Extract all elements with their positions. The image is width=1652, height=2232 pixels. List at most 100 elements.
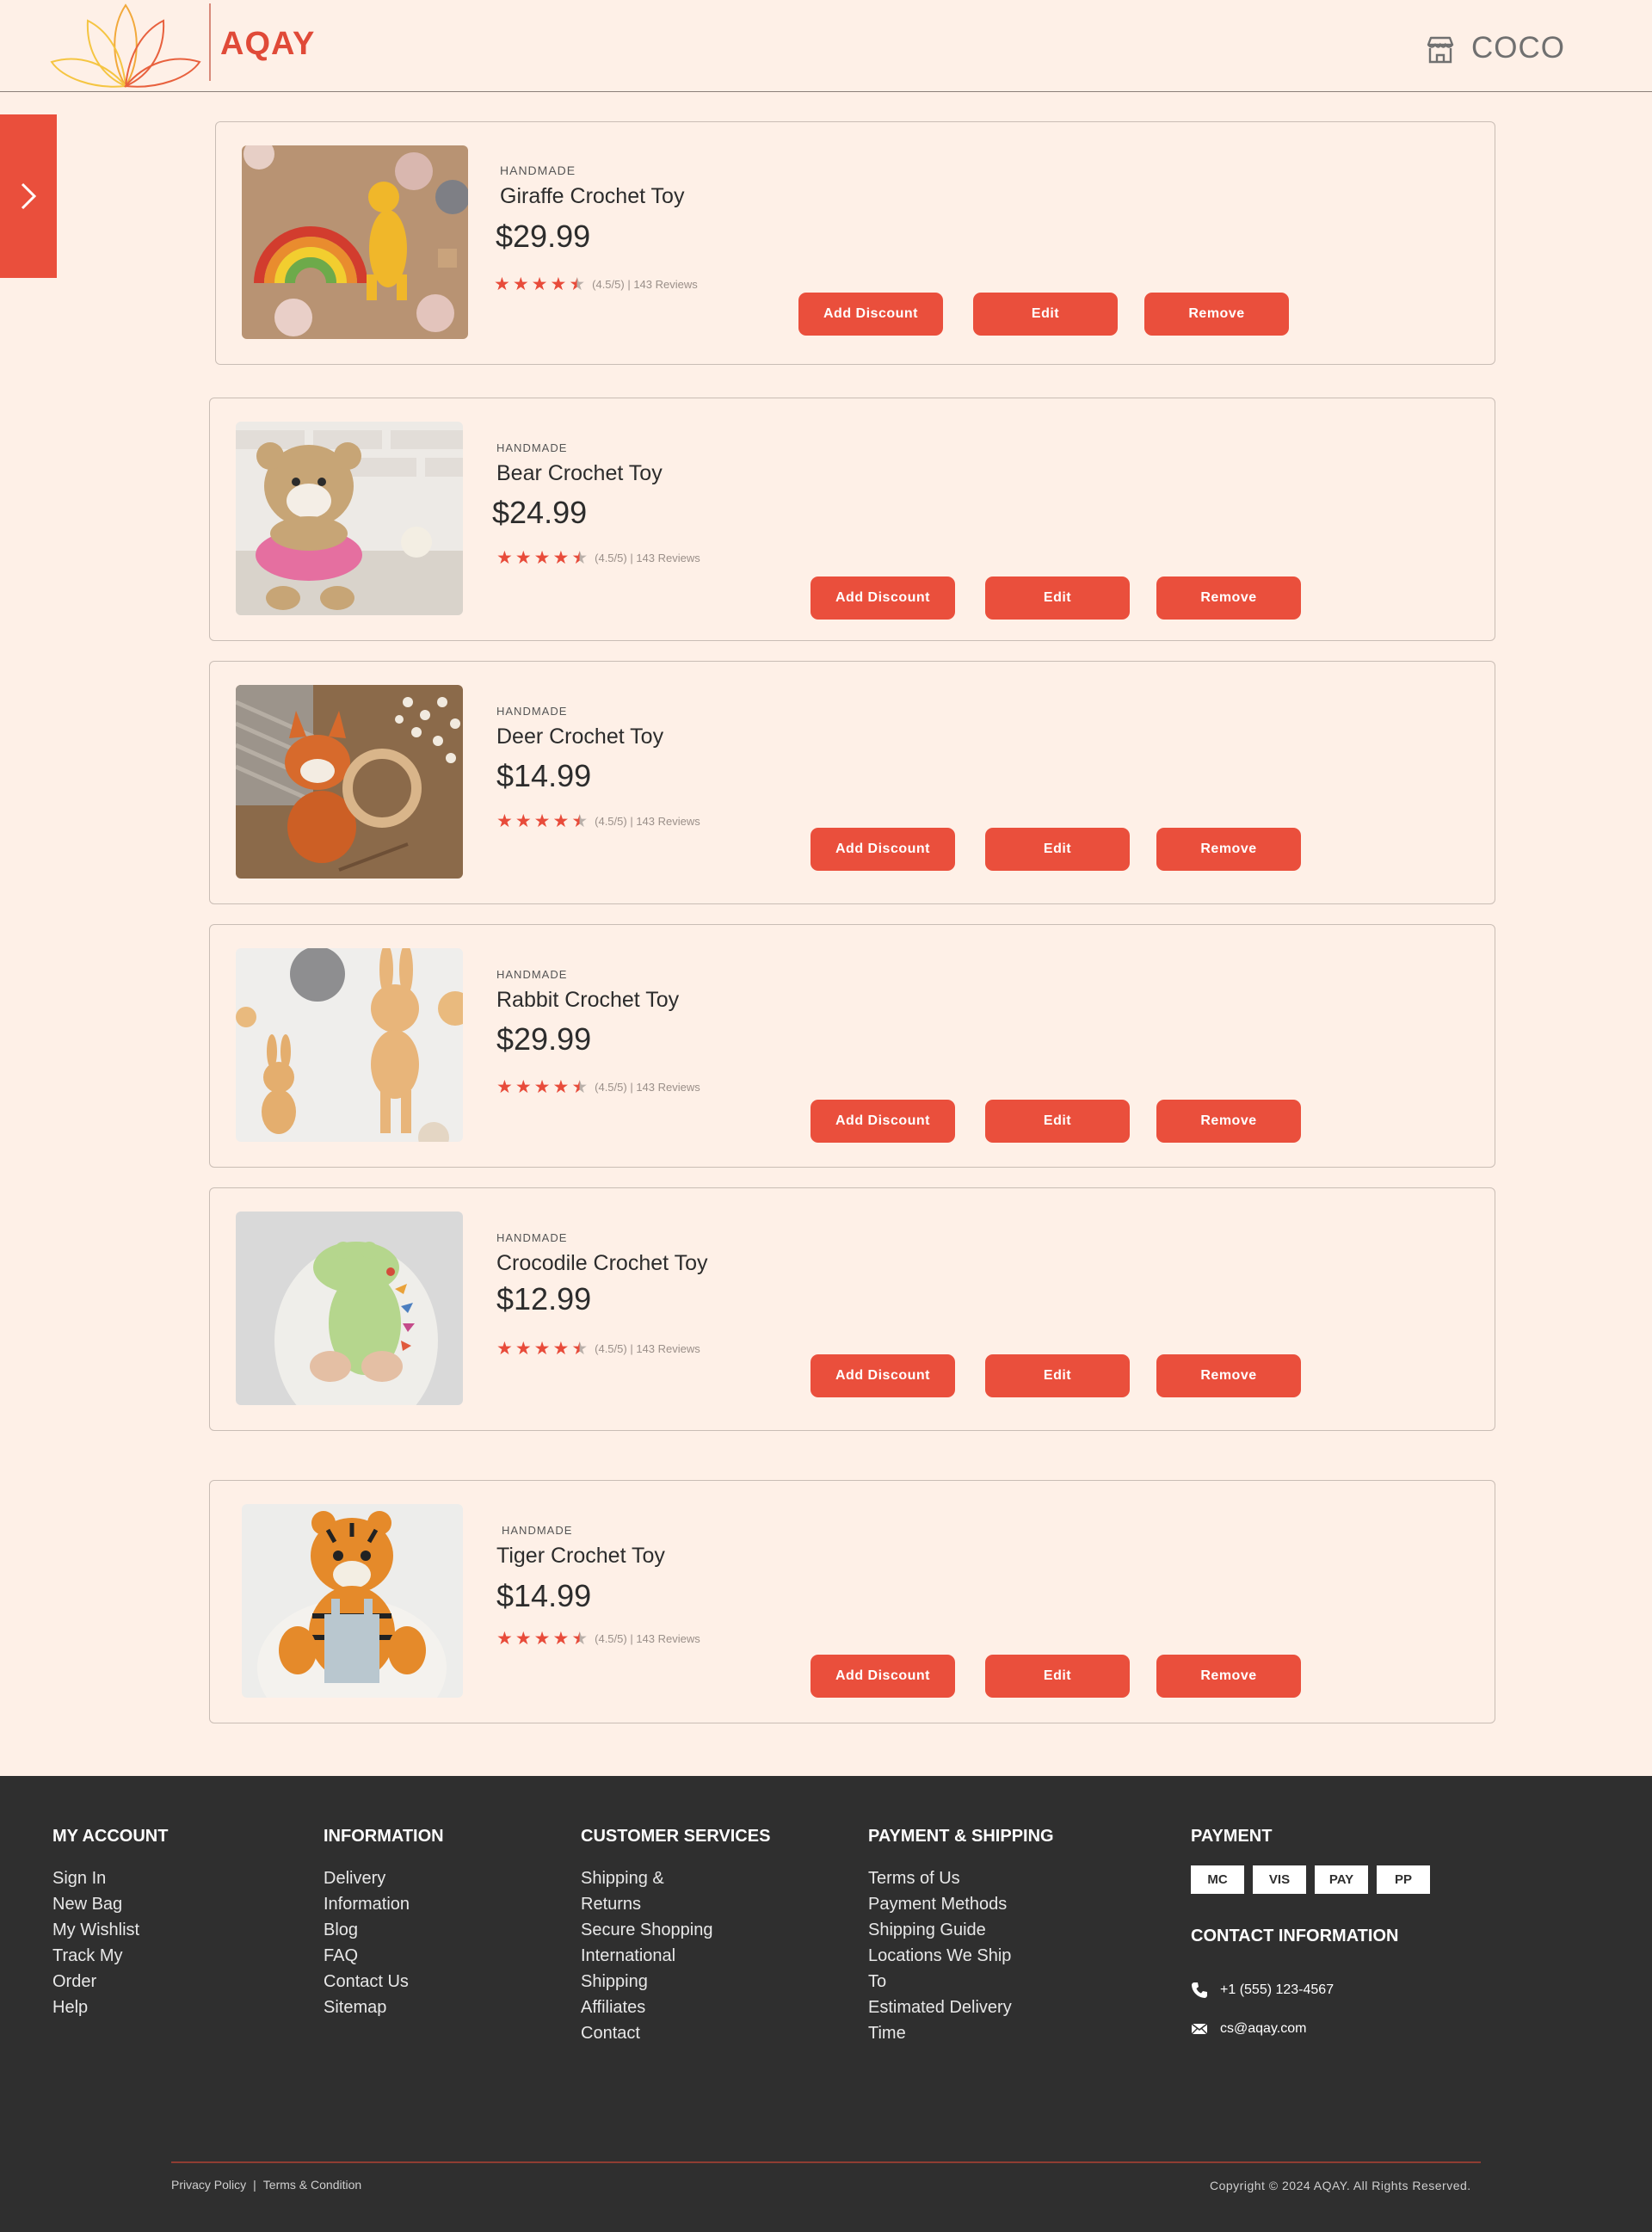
add-discount-button[interactable]: Add Discount	[811, 1100, 955, 1143]
add-discount-button[interactable]: Add Discount	[798, 293, 943, 336]
footer-link[interactable]: Returns	[581, 1891, 770, 1917]
contact-phone[interactable]: +1 (555) 123-4567	[1191, 1982, 1334, 1999]
star-rating-icon: ★ ★ ★ ★ ★	[496, 1339, 589, 1359]
product-tag: HANDMADE	[496, 441, 568, 454]
contact-phone-text: +1 (555) 123-4567	[1220, 1982, 1335, 1997]
footer-my-account: MY ACCOUNT Sign In New Bag My Wishlist T…	[52, 1827, 168, 2020]
product-image	[236, 1212, 463, 1405]
remove-button[interactable]: Remove	[1156, 576, 1301, 620]
footer-link[interactable]: Shipping Guide	[868, 1917, 1054, 1943]
footer-link[interactable]: Payment Methods	[868, 1891, 1054, 1917]
edit-button[interactable]: Edit	[985, 1655, 1130, 1698]
footer-link[interactable]: Contact	[581, 2020, 770, 2046]
product-title[interactable]: Giraffe Crochet Toy	[500, 184, 684, 209]
sidebar-toggle-button[interactable]	[0, 114, 57, 278]
footer-link[interactable]: Shipping	[581, 1969, 770, 1995]
lotus-logo-icon	[50, 3, 201, 88]
remove-button[interactable]: Remove	[1156, 1100, 1301, 1143]
footer-link[interactable]: Time	[868, 2020, 1054, 2046]
footer-link[interactable]: To	[868, 1969, 1054, 1995]
edit-button[interactable]: Edit	[973, 293, 1118, 336]
footer-link[interactable]: Affiliates	[581, 1995, 770, 2020]
footer-link[interactable]: Estimated Delivery	[868, 1995, 1054, 2020]
footer-heading: MY ACCOUNT	[52, 1827, 169, 1846]
footer-link[interactable]: Delivery	[324, 1865, 444, 1891]
footer-legal-links: Privacy Policy | Terms & Condition	[171, 2178, 361, 2192]
footer-link[interactable]: Contact Us	[324, 1969, 444, 1995]
edit-button[interactable]: Edit	[985, 1100, 1130, 1143]
contact-email[interactable]: cs@aqay.com	[1191, 2020, 1306, 2038]
terms-link[interactable]: Terms & Condition	[263, 2178, 361, 2192]
footer-link[interactable]: My Wishlist	[52, 1917, 168, 1943]
footer-link[interactable]: Secure Shopping	[581, 1917, 770, 1943]
product-price: $29.99	[496, 1021, 592, 1057]
footer-link[interactable]: FAQ	[324, 1943, 444, 1969]
rating-text: (4.5/5) | 143 Reviews	[595, 815, 700, 828]
product-image	[236, 422, 463, 615]
add-discount-button[interactable]: Add Discount	[811, 576, 955, 620]
product-title[interactable]: Bear Crochet Toy	[496, 461, 663, 486]
product-title[interactable]: Crocodile Crochet Toy	[496, 1251, 707, 1276]
star-rating-icon: ★ ★ ★ ★ ★	[496, 1077, 589, 1097]
footer-payment-shipping: PAYMENT & SHIPPING Terms of Us Payment M…	[868, 1827, 1054, 2046]
rating-text: (4.5/5) | 143 Reviews	[595, 1342, 700, 1355]
add-discount-button[interactable]: Add Discount	[811, 1655, 955, 1698]
phone-icon	[1192, 1982, 1207, 1998]
footer-link[interactable]: International	[581, 1943, 770, 1969]
payment-badges: MC VIS PAY PP	[1191, 1865, 1430, 1894]
product-rating: ★ ★ ★ ★ ★ (4.5/5) | 143 Reviews	[494, 275, 698, 293]
star-rating-icon: ★ ★ ★ ★ ★	[496, 548, 589, 568]
edit-button[interactable]: Edit	[985, 1354, 1130, 1397]
add-discount-button[interactable]: Add Discount	[811, 828, 955, 871]
product-rating: ★ ★ ★ ★ ★ (4.5/5) | 143 Reviews	[496, 1340, 700, 1358]
footer-heading: CUSTOMER SERVICES	[581, 1827, 771, 1846]
privacy-policy-link[interactable]: Privacy Policy	[171, 2178, 246, 2192]
payment-badge-mc: MC	[1191, 1865, 1244, 1894]
product-card: HANDMADE Giraffe Crochet Toy $29.99 ★ ★ ★ ★…	[215, 121, 1495, 365]
remove-button[interactable]: Remove	[1156, 1655, 1301, 1698]
footer-link[interactable]: Blog	[324, 1917, 444, 1943]
footer-link[interactable]: Information	[324, 1891, 444, 1917]
footer-link[interactable]: Sign In	[52, 1865, 168, 1891]
product-title[interactable]: Rabbit Crochet Toy	[496, 988, 679, 1013]
product-price: $12.99	[496, 1281, 592, 1316]
footer-link[interactable]: Order	[52, 1969, 168, 1995]
footer-heading: PAYMENT & SHIPPING	[868, 1827, 1054, 1846]
product-rating: ★ ★ ★ ★ ★ (4.5/5) | 143 Reviews	[496, 812, 700, 830]
product-card: HANDMADE Rabbit Crochet Toy $29.99 ★ ★ ★ ★ ★…	[209, 924, 1495, 1168]
store-icon[interactable]	[1425, 34, 1456, 65]
footer-information: INFORMATION Delivery Information Blog FA…	[324, 1827, 444, 2020]
footer-link[interactable]: Sitemap	[324, 1995, 444, 2020]
edit-button[interactable]: Edit	[985, 576, 1130, 620]
footer-link[interactable]: Track My	[52, 1943, 168, 1969]
remove-button[interactable]: Remove	[1156, 1354, 1301, 1397]
product-price: $14.99	[496, 758, 592, 793]
product-image	[236, 948, 463, 1142]
footer-link[interactable]: New Bag	[52, 1891, 168, 1917]
product-rating: ★ ★ ★ ★ ★ (4.5/5) | 143 Reviews	[496, 1630, 700, 1648]
remove-button[interactable]: Remove	[1156, 828, 1301, 871]
footer-heading: PAYMENT	[1191, 1827, 1273, 1846]
payment-badge-visa: VIS	[1253, 1865, 1306, 1894]
product-rating: ★ ★ ★ ★ ★ (4.5/5) | 143 Reviews	[496, 1078, 700, 1096]
product-rating: ★ ★ ★ ★ ★ (4.5/5) | 143 Reviews	[496, 549, 700, 567]
contact-email-text: cs@aqay.com	[1220, 2021, 1307, 2036]
footer-link[interactable]: Terms of Us	[868, 1865, 1054, 1891]
footer-link[interactable]: Shipping &	[581, 1865, 770, 1891]
product-card: HANDMADE Tiger Crochet Toy $14.99 ★ ★ ★ ★ ★ …	[209, 1480, 1495, 1723]
star-rating-icon: ★ ★ ★ ★ ★	[496, 811, 589, 831]
footer-link[interactable]: Locations We Ship	[868, 1943, 1054, 1969]
brand-name[interactable]: AQAY	[220, 26, 315, 63]
store-name[interactable]: COCO	[1471, 31, 1565, 65]
product-image	[242, 145, 468, 339]
remove-button[interactable]: Remove	[1144, 293, 1289, 336]
star-rating-icon: ★ ★ ★ ★ ★	[494, 274, 586, 294]
edit-button[interactable]: Edit	[985, 828, 1130, 871]
logo-divider	[209, 3, 211, 81]
product-title[interactable]: Tiger Crochet Toy	[496, 1544, 665, 1569]
product-title[interactable]: Deer Crochet Toy	[496, 724, 663, 749]
add-discount-button[interactable]: Add Discount	[811, 1354, 955, 1397]
rating-text: (4.5/5) | 143 Reviews	[592, 278, 698, 291]
payment-badge-pp: PP	[1377, 1865, 1430, 1894]
footer-link[interactable]: Help	[52, 1995, 168, 2020]
